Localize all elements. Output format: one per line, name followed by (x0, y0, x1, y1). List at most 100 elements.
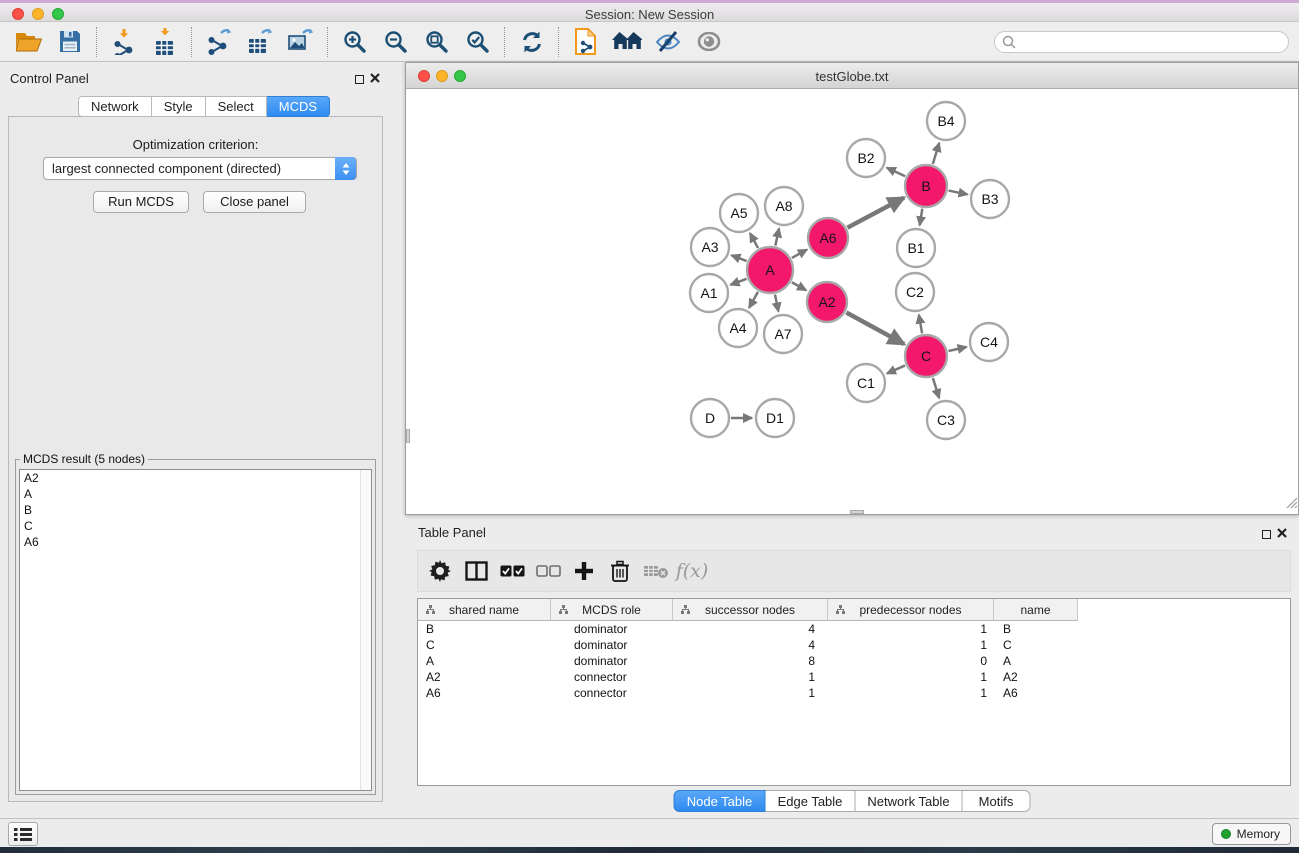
node-label-A6: A6 (819, 230, 836, 246)
delete-column-icon[interactable] (602, 553, 638, 589)
show-hide-graphics-icon[interactable] (647, 25, 688, 59)
table-cell: A (994, 653, 1078, 669)
export-network-icon[interactable] (198, 25, 239, 59)
run-mcds-button[interactable]: Run MCDS (93, 191, 189, 213)
search-input[interactable] (994, 31, 1289, 53)
add-column-icon[interactable] (566, 553, 602, 589)
node-table[interactable]: shared nameMCDS rolesuccessor nodesprede… (417, 598, 1291, 786)
unselect-all-columns-icon[interactable] (530, 553, 566, 589)
edge-B-B4[interactable] (933, 143, 939, 164)
table-cell: 4 (673, 637, 828, 653)
table-row[interactable]: A6connector11A6 (418, 685, 1290, 701)
control-panel-tabs: NetworkStyleSelectMCDS (78, 96, 330, 117)
open-session-icon[interactable] (8, 25, 49, 59)
tab-mcds[interactable]: MCDS (267, 96, 330, 117)
column-header-shared-name[interactable]: shared name (418, 599, 551, 621)
task-history-button[interactable] (8, 822, 38, 846)
edge-A-A5[interactable] (750, 233, 758, 248)
edge-B-B2[interactable] (887, 168, 905, 177)
node-label-C1: C1 (857, 375, 875, 391)
import-network-icon[interactable] (103, 25, 144, 59)
result-list-scrollbar[interactable] (360, 470, 371, 790)
window-resize-grip[interactable] (1284, 495, 1297, 513)
mcds-result-item[interactable]: C (20, 518, 371, 534)
search-icon (1002, 35, 1016, 54)
tab-network-table[interactable]: Network Table (856, 790, 963, 812)
close-panel-button[interactable]: Close panel (203, 191, 306, 213)
edge-A-A6[interactable] (792, 250, 807, 258)
table-row[interactable]: Bdominator41B (418, 621, 1290, 637)
tab-select[interactable]: Select (206, 96, 267, 117)
column-header-MCDS-role[interactable]: MCDS role (551, 599, 673, 621)
table-tabs: Node TableEdge TableNetwork TableMotifs (674, 790, 1031, 812)
table-cell: C (994, 637, 1078, 653)
edge-C-C4[interactable] (948, 347, 966, 351)
tab-style[interactable]: Style (152, 96, 206, 117)
network-window-titlebar[interactable]: testGlobe.txt (406, 63, 1298, 89)
edge-A-A1[interactable] (731, 279, 747, 285)
zoom-in-icon[interactable] (334, 25, 375, 59)
float-panel-icon[interactable] (355, 71, 364, 89)
delete-table-icon (638, 553, 674, 589)
tab-node-table[interactable]: Node Table (674, 790, 766, 812)
show-columns-icon[interactable] (458, 553, 494, 589)
close-table-panel-icon[interactable] (1277, 525, 1287, 543)
save-session-icon[interactable] (49, 25, 90, 59)
toolbar-separator (504, 27, 505, 57)
node-label-C2: C2 (906, 284, 924, 300)
edge-A-A4[interactable] (749, 292, 758, 308)
column-header-name[interactable]: name (994, 599, 1078, 621)
horizontal-splitter-handle[interactable] (850, 510, 864, 514)
mcds-result-item[interactable]: A6 (20, 534, 371, 550)
zoom-selected-icon[interactable] (457, 25, 498, 59)
export-image-icon[interactable] (280, 25, 321, 59)
edge-C-C2[interactable] (919, 315, 922, 334)
edge-C-C1[interactable] (887, 365, 905, 373)
table-cell: 1 (673, 669, 828, 685)
toolbar-separator (96, 27, 97, 57)
edge-B-B1[interactable] (920, 209, 923, 226)
edge-A6-B[interactable] (847, 198, 903, 228)
cybrowser-home-icon[interactable] (606, 25, 647, 59)
network-window-title: testGlobe.txt (406, 69, 1298, 84)
mcds-result-list[interactable]: A2ABCA6 (19, 469, 372, 791)
memory-button[interactable]: Memory (1212, 823, 1291, 845)
zoom-fit-icon[interactable] (416, 25, 457, 59)
network-canvas[interactable]: B4B2BB3A5A8A6A3AB1A1C2A4A7A2CC4C1C3DD1 (406, 89, 1298, 514)
table-settings-icon[interactable] (422, 553, 458, 589)
tab-motifs[interactable]: Motifs (963, 790, 1031, 812)
node-label-D: D (705, 410, 715, 426)
tab-network[interactable]: Network (78, 96, 152, 117)
refresh-layout-icon[interactable] (511, 25, 552, 59)
tab-edge-table[interactable]: Edge Table (766, 790, 856, 812)
select-all-columns-icon[interactable] (494, 553, 530, 589)
node-label-D1: D1 (766, 410, 784, 426)
edge-A2-C[interactable] (846, 313, 904, 344)
table-row[interactable]: Adominator80A (418, 653, 1290, 669)
edge-A-A3[interactable] (731, 255, 746, 261)
table-row[interactable]: A2connector11A2 (418, 669, 1290, 685)
node-label-C: C (921, 348, 931, 364)
edge-C-C3[interactable] (933, 378, 939, 398)
edge-B-B3[interactable] (949, 191, 968, 195)
zoom-out-icon[interactable] (375, 25, 416, 59)
edge-A-A2[interactable] (792, 282, 806, 290)
export-table-icon[interactable] (239, 25, 280, 59)
node-label-B3: B3 (981, 191, 998, 207)
table-row[interactable]: Cdominator41C (418, 637, 1290, 653)
edge-A-A7[interactable] (775, 294, 778, 311)
node-label-B: B (921, 178, 930, 194)
column-header-successor-nodes[interactable]: successor nodes (673, 599, 828, 621)
network-from-document-icon[interactable] (565, 25, 606, 59)
mcds-result-item[interactable]: A (20, 486, 371, 502)
column-header-predecessor-nodes[interactable]: predecessor nodes (828, 599, 994, 621)
edge-A-A8[interactable] (775, 228, 779, 245)
graphics-details-icon[interactable] (688, 25, 729, 59)
mcds-result-item[interactable]: B (20, 502, 371, 518)
float-table-panel-icon[interactable] (1262, 526, 1271, 544)
vertical-splitter-handle[interactable] (406, 429, 410, 443)
criterion-dropdown[interactable]: largest connected component (directed) (43, 157, 357, 180)
mcds-result-item[interactable]: A2 (20, 470, 371, 486)
close-panel-icon[interactable] (370, 70, 380, 88)
import-table-icon[interactable] (144, 25, 185, 59)
